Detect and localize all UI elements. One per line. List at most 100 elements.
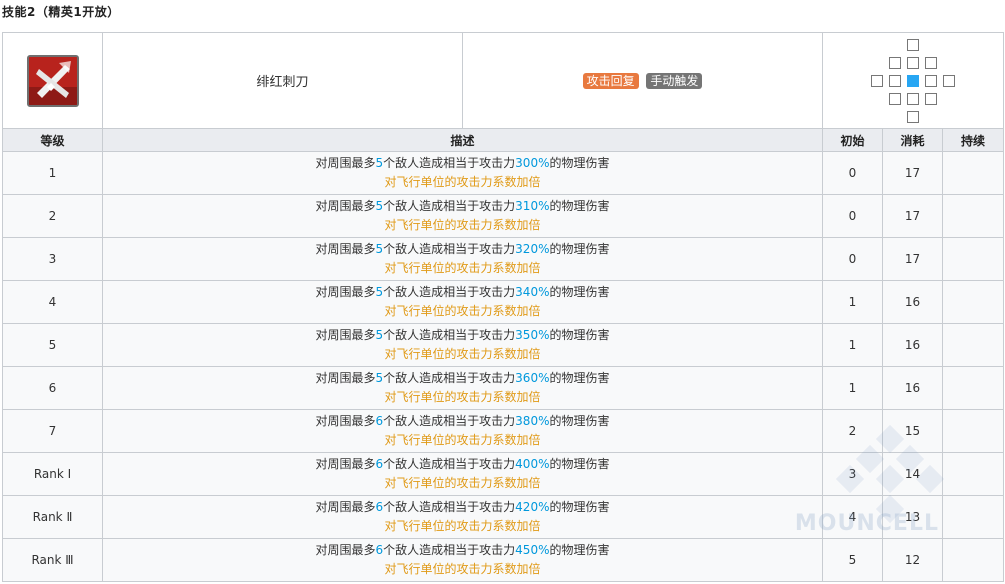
desc-prefix: 对周围最多 xyxy=(315,371,376,385)
desc-suffix: 的物理伤害 xyxy=(549,199,610,213)
desc-middle: 个敌人造成相当于攻击力 xyxy=(383,371,516,385)
level-row: 1 对周围最多5个敌人造成相当于攻击力300%的物理伤害对飞行单位的攻击力系数加倍… xyxy=(2,151,1005,195)
range-cell xyxy=(821,32,1005,129)
target-count: 5 xyxy=(375,199,384,213)
initial-sp: 2 xyxy=(822,409,883,453)
damage-line: 对周围最多5个敌人造成相当于攻击力350%的物理伤害 xyxy=(103,326,822,345)
level-label: 1 xyxy=(2,151,103,195)
duration xyxy=(941,538,1005,582)
skill-name: 绯红刺刀 xyxy=(256,75,309,90)
initial-sp: 0 xyxy=(822,194,883,238)
level-description: 对周围最多5个敌人造成相当于攻击力320%的物理伤害 对飞行单位的攻击力系数加倍 xyxy=(102,237,823,281)
desc-suffix: 的物理伤害 xyxy=(549,543,610,557)
aerial-note: 对飞行单位的攻击力系数加倍 xyxy=(384,175,541,189)
desc-prefix: 对周围最多 xyxy=(315,156,376,170)
desc-suffix: 的物理伤害 xyxy=(549,457,610,471)
desc-suffix: 的物理伤害 xyxy=(549,371,610,385)
desc-prefix: 对周围最多 xyxy=(315,328,376,342)
range-tile xyxy=(907,38,919,51)
duration xyxy=(941,280,1005,324)
duration xyxy=(941,237,1005,281)
attack-percent: 400% xyxy=(515,457,550,471)
attack-range-grid xyxy=(868,38,958,123)
aerial-note: 对飞行单位的攻击力系数加倍 xyxy=(384,218,541,232)
desc-prefix: 对周围最多 xyxy=(315,199,376,213)
level-description: 对周围最多5个敌人造成相当于攻击力350%的物理伤害对飞行单位的攻击力系数加倍 xyxy=(102,323,823,367)
desc-suffix: 的物理伤害 xyxy=(549,500,610,514)
target-count: 6 xyxy=(375,500,384,514)
skill-table: 绯红刺刀 攻击回复 手动触发 等级 描述 初始 消耗 持续 1 对周围最多5个敌人… xyxy=(2,32,1005,582)
desc-middle: 个敌人造成相当于攻击力 xyxy=(383,543,516,557)
range-tile xyxy=(889,56,901,69)
aerial-note: 对飞行单位的攻击力系数加倍 xyxy=(384,304,541,318)
attack-percent: 350% xyxy=(515,328,550,342)
duration xyxy=(941,409,1005,453)
level-row: 3 对周围最多5个敌人造成相当于攻击力320%的物理伤害 对飞行单位的攻击力系数加倍… xyxy=(2,237,1005,281)
level-description: 对周围最多6个敌人造成相当于攻击力420%的物理伤害对飞行单位的攻击力系数加倍 xyxy=(102,495,823,539)
skill-page: 技能2（精英1开放） 绯红刺刀 攻击回复 手动触发 等级 描述 初始 消耗 持续… xyxy=(0,0,1005,584)
initial-sp: 0 xyxy=(822,151,883,195)
damage-line: 对周围最多6个敌人造成相当于攻击力450%的物理伤害 xyxy=(103,541,822,560)
damage-line: 对周围最多5个敌人造成相当于攻击力300%的物理伤害 xyxy=(103,154,822,173)
level-label: 3 xyxy=(2,237,103,281)
level-row: 7 对周围最多6个敌人造成相当于攻击力380%的物理伤害 对飞行单位的攻击力系数加倍… xyxy=(2,409,1005,453)
sp-cost: 16 xyxy=(882,366,943,410)
skill-icon-cell xyxy=(2,32,103,129)
level-description: 对周围最多6个敌人造成相当于攻击力400%的物理伤害对飞行单位的攻击力系数加倍 xyxy=(102,452,823,496)
initial-sp: 3 xyxy=(822,452,883,496)
aerial-note: 对飞行单位的攻击力系数加倍 xyxy=(384,390,541,404)
aerial-note: 对飞行单位的攻击力系数加倍 xyxy=(384,519,541,533)
level-label: 6 xyxy=(2,366,103,410)
initial-sp: 0 xyxy=(822,237,883,281)
aerial-note: 对飞行单位的攻击力系数加倍 xyxy=(384,347,541,361)
sp-cost: 13 xyxy=(882,495,943,539)
skill-header-row: 绯红刺刀 攻击回复 手动触发 xyxy=(2,32,1005,129)
sp-cost: 17 xyxy=(882,194,943,238)
desc-middle: 个敌人造成相当于攻击力 xyxy=(383,199,516,213)
level-row: Rank Ⅲ 对周围最多6个敌人造成相当于攻击力450%的物理伤害 对飞行单位的攻击… xyxy=(2,538,1005,582)
trigger-type-tag: 手动触发 xyxy=(646,72,703,89)
desc-suffix: 的物理伤害 xyxy=(549,328,610,342)
initial-sp: 5 xyxy=(822,538,883,582)
level-row: 4 对周围最多5个敌人造成相当于攻击力340%的物理伤害 对飞行单位的攻击力系数加倍… xyxy=(2,280,1005,324)
desc-prefix: 对周围最多 xyxy=(315,543,376,557)
attack-percent: 450% xyxy=(515,543,550,557)
range-tile xyxy=(925,92,937,105)
sp-cost: 17 xyxy=(882,237,943,281)
desc-middle: 个敌人造成相当于攻击力 xyxy=(383,328,516,342)
recovery-type-tag: 攻击回复 xyxy=(582,72,639,89)
column-cost: 消耗 xyxy=(882,128,943,152)
level-label: Rank Ⅲ xyxy=(2,538,103,582)
level-description: 对周围最多6个敌人造成相当于攻击力450%的物理伤害 对飞行单位的攻击力系数加倍 xyxy=(102,538,823,582)
level-description: 对周围最多5个敌人造成相当于攻击力310%的物理伤害 对飞行单位的攻击力系数加倍 xyxy=(102,194,823,238)
sp-cost: 14 xyxy=(882,452,943,496)
duration xyxy=(941,452,1005,496)
column-duration: 持续 xyxy=(941,128,1005,152)
column-header-row: 等级 描述 初始 消耗 持续 xyxy=(2,128,1005,152)
range-tile xyxy=(889,92,901,105)
target-count: 5 xyxy=(375,242,384,256)
aerial-note: 对飞行单位的攻击力系数加倍 xyxy=(384,261,541,275)
desc-suffix: 的物理伤害 xyxy=(549,156,610,170)
level-label: 5 xyxy=(2,323,103,367)
aerial-note: 对飞行单位的攻击力系数加倍 xyxy=(384,476,541,490)
duration xyxy=(941,366,1005,410)
level-label: 4 xyxy=(2,280,103,324)
level-description: 对周围最多6个敌人造成相当于攻击力380%的物理伤害 对飞行单位的攻击力系数加倍 xyxy=(102,409,823,453)
attack-percent: 420% xyxy=(515,500,550,514)
range-tile xyxy=(943,74,955,87)
damage-line: 对周围最多6个敌人造成相当于攻击力420%的物理伤害 xyxy=(103,498,822,517)
desc-suffix: 的物理伤害 xyxy=(549,285,610,299)
duration xyxy=(941,495,1005,539)
sp-cost: 16 xyxy=(882,323,943,367)
desc-suffix: 的物理伤害 xyxy=(549,242,610,256)
desc-middle: 个敌人造成相当于攻击力 xyxy=(383,156,516,170)
desc-prefix: 对周围最多 xyxy=(315,242,376,256)
damage-line: 对周围最多6个敌人造成相当于攻击力380%的物理伤害 xyxy=(103,412,822,431)
skill-name-cell: 绯红刺刀 xyxy=(102,32,463,129)
level-row: Rank Ⅰ 对周围最多6个敌人造成相当于攻击力400%的物理伤害 对飞行单位的攻击… xyxy=(2,452,1005,496)
operator-position-cell xyxy=(907,74,919,87)
damage-line: 对周围最多6个敌人造成相当于攻击力400%的物理伤害 xyxy=(103,455,822,474)
section-title: 技能2（精英1开放） xyxy=(2,5,120,19)
column-initial: 初始 xyxy=(822,128,883,152)
